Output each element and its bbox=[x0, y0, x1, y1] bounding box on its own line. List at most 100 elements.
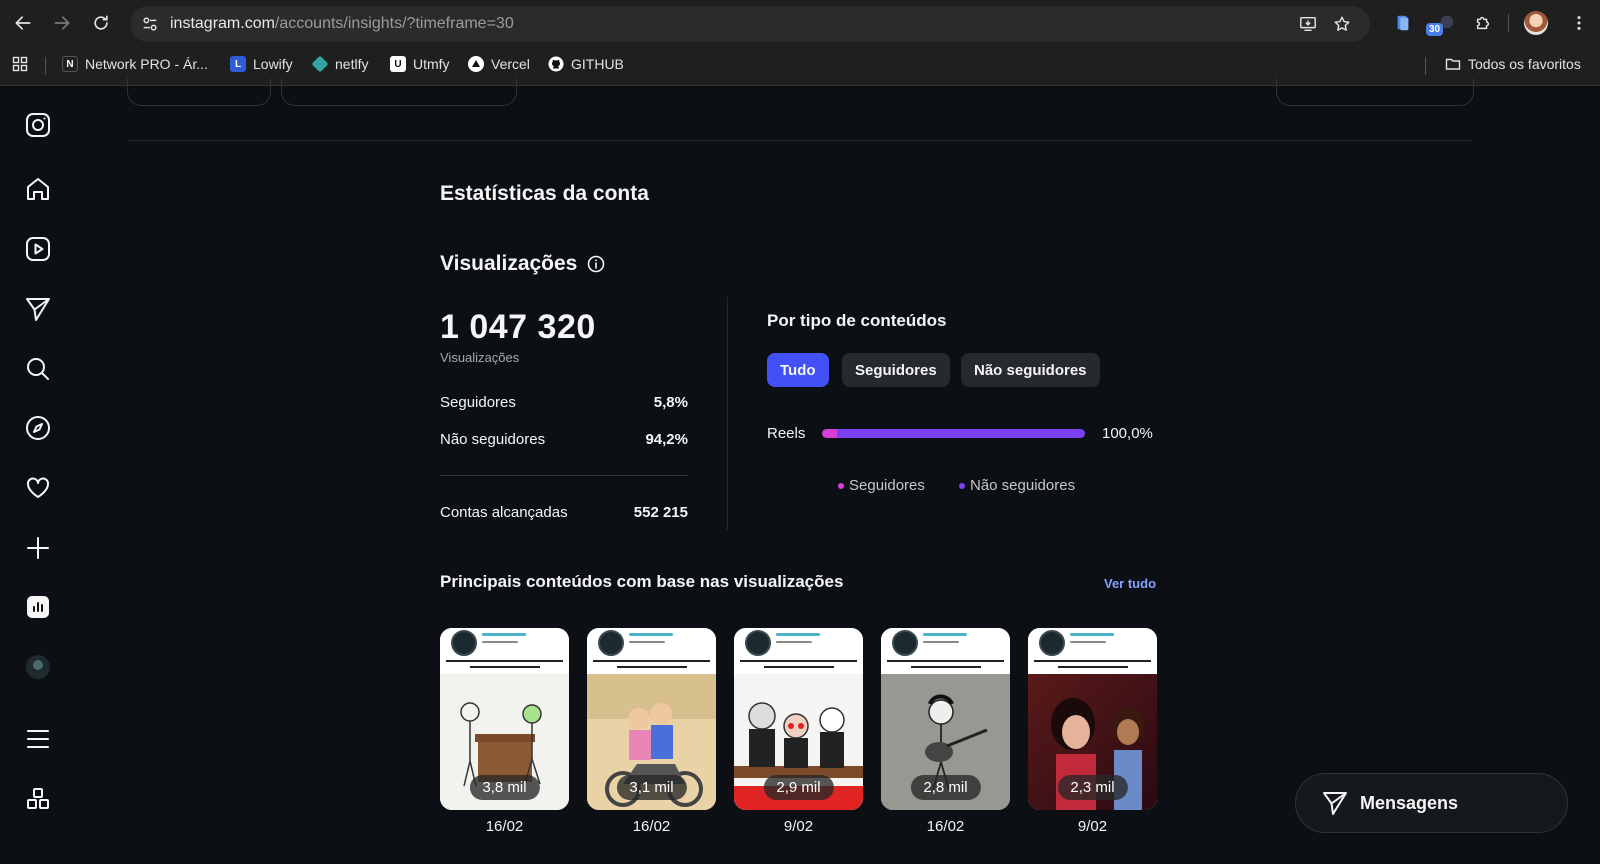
messages-button[interactable]: Mensagens bbox=[1295, 773, 1568, 833]
thumbnail-caption-line bbox=[617, 666, 687, 668]
filter-followers-button[interactable]: Seguidores bbox=[842, 353, 950, 387]
thumbnail-channel-line bbox=[629, 633, 673, 636]
thumbnail-views-badge: 2,3 mil bbox=[1057, 775, 1128, 800]
bookmark-utmfy[interactable]: U Utmfy bbox=[390, 56, 450, 72]
thumbnail-avatar bbox=[1039, 630, 1065, 656]
more-apps-icon[interactable] bbox=[25, 786, 51, 812]
bookmark-star-icon[interactable] bbox=[1332, 14, 1352, 34]
messages-label: Mensagens bbox=[1360, 792, 1459, 813]
content-thumbnail[interactable]: 3,8 mil bbox=[440, 628, 569, 810]
thumbnail-header bbox=[1028, 628, 1157, 674]
thumbnail-caption-line bbox=[911, 666, 981, 668]
accounts-reached-value: 552 215 bbox=[633, 504, 688, 521]
thumbnail-caption-line bbox=[887, 660, 1004, 662]
non-followers-value: 94,2% bbox=[645, 431, 688, 448]
thumbnail-date: 9/02 bbox=[1077, 818, 1108, 835]
thumbnail-date: 9/02 bbox=[783, 818, 814, 835]
netlify-icon bbox=[311, 55, 329, 73]
content-thumbnail[interactable]: 2,8 mil bbox=[881, 628, 1010, 810]
bookmark-github[interactable]: GITHUB bbox=[548, 56, 624, 72]
bookmark-label: Lowify bbox=[253, 56, 293, 72]
legend-followers: Seguidores bbox=[838, 477, 925, 494]
messages-icon bbox=[1323, 792, 1347, 815]
thumbnail-channel-line bbox=[482, 633, 526, 636]
content-thumbnail[interactable]: 3,1 mil bbox=[587, 628, 716, 810]
extensions-puzzle-icon[interactable] bbox=[1472, 12, 1494, 34]
followers-value: 5,8% bbox=[653, 394, 688, 411]
legend-non-followers-label: Não seguidores bbox=[970, 477, 1076, 494]
lowify-icon: L bbox=[230, 56, 246, 72]
instagram-sidebar bbox=[0, 86, 76, 864]
thumbnail-caption-line bbox=[470, 666, 540, 668]
address-bar[interactable]: instagram.com/accounts/insights/?timefra… bbox=[130, 6, 1370, 42]
info-icon[interactable] bbox=[587, 255, 605, 273]
thumbnail-date: 16/02 bbox=[926, 818, 965, 835]
thumbnail-channel-line bbox=[1070, 633, 1114, 636]
total-views-value: 1 047 320 bbox=[440, 308, 596, 346]
thumbnail-header bbox=[734, 628, 863, 674]
content-thumbnail[interactable]: 2,3 mil bbox=[1028, 628, 1157, 810]
site-info-icon[interactable] bbox=[140, 14, 160, 34]
reels-bar-followers bbox=[822, 429, 838, 438]
bookmark-vercel[interactable]: Vercel bbox=[468, 56, 530, 72]
reels-percentage: 100,0% bbox=[1102, 425, 1153, 442]
content-thumbnail[interactable]: 2,9 mil bbox=[734, 628, 863, 810]
thumbnail-views-badge: 2,9 mil bbox=[763, 775, 834, 800]
bookmark-label: Utmfy bbox=[413, 56, 450, 72]
stats-divider bbox=[440, 475, 688, 476]
apps-grid-icon[interactable] bbox=[12, 56, 28, 72]
direct-messages-icon[interactable] bbox=[25, 296, 51, 322]
bookmark-netlify[interactable]: netlfy bbox=[311, 55, 369, 73]
filter-all-button[interactable]: Tudo bbox=[767, 353, 829, 387]
views-heading-text: Visualizações bbox=[440, 252, 578, 275]
thumbnail-date: 16/02 bbox=[485, 818, 524, 835]
thumbnail-views-badge: 3,1 mil bbox=[616, 775, 687, 800]
top-filter-button-middle[interactable] bbox=[281, 78, 517, 106]
section-divider bbox=[727, 297, 728, 530]
views-heading: Visualizações bbox=[440, 252, 605, 276]
thumbnail-date: 16/02 bbox=[632, 818, 671, 835]
top-filter-button-right[interactable] bbox=[1276, 78, 1474, 106]
non-followers-stat-row: Não seguidores 94,2% bbox=[440, 431, 688, 448]
reload-icon[interactable] bbox=[89, 11, 113, 35]
install-app-icon[interactable] bbox=[1298, 14, 1318, 34]
thumbnail-avatar bbox=[598, 630, 624, 656]
profile-avatar[interactable] bbox=[1524, 11, 1548, 35]
home-icon[interactable] bbox=[25, 176, 51, 202]
bookmark-label: netlfy bbox=[335, 56, 369, 72]
bookmark-network-pro[interactable]: N Network PRO - Ár... bbox=[62, 56, 208, 72]
search-icon[interactable] bbox=[25, 356, 51, 382]
thumbnail-views-badge: 3,8 mil bbox=[469, 775, 540, 800]
thumbnail-avatar bbox=[745, 630, 771, 656]
notifications-heart-icon[interactable] bbox=[25, 475, 51, 501]
menu-hamburger-icon[interactable] bbox=[25, 726, 51, 752]
thumbnail-caption-line bbox=[740, 660, 857, 662]
see-all-link[interactable]: Ver tudo bbox=[1104, 576, 1156, 591]
folder-icon bbox=[1445, 58, 1461, 70]
thumbnail-caption-line bbox=[593, 660, 710, 662]
all-bookmarks-folder[interactable]: Todos os favoritos bbox=[1445, 56, 1581, 72]
bookmark-lowify[interactable]: L Lowify bbox=[230, 56, 293, 72]
vercel-icon bbox=[468, 56, 484, 72]
insights-dashboard-icon[interactable] bbox=[25, 594, 51, 620]
reels-icon[interactable] bbox=[25, 236, 51, 262]
url-text[interactable]: instagram.com/accounts/insights/?timefra… bbox=[170, 15, 514, 33]
thumbnail-caption-line bbox=[446, 660, 563, 662]
create-plus-icon[interactable] bbox=[25, 535, 51, 561]
instagram-logo-icon[interactable] bbox=[25, 112, 51, 138]
forward-icon[interactable] bbox=[50, 11, 74, 35]
filter-non-followers-button[interactable]: Não seguidores bbox=[961, 353, 1100, 387]
header-divider bbox=[127, 140, 1473, 141]
browser-menu-icon[interactable] bbox=[1568, 12, 1590, 34]
profile-avatar-icon[interactable] bbox=[25, 654, 51, 680]
reels-bar bbox=[822, 429, 1085, 438]
top-filter-button-left[interactable] bbox=[127, 78, 271, 106]
thumbnail-handle-line bbox=[776, 641, 812, 643]
back-icon[interactable] bbox=[11, 11, 35, 35]
extension-badge: 30 bbox=[1426, 23, 1444, 36]
explore-compass-icon[interactable] bbox=[25, 415, 51, 441]
extension-docs-icon[interactable] bbox=[1392, 12, 1414, 34]
reels-bar-non-followers bbox=[837, 429, 1085, 438]
url-path: /accounts/insights/?timeframe=30 bbox=[274, 15, 514, 32]
thumbnail-channel-line bbox=[776, 633, 820, 636]
